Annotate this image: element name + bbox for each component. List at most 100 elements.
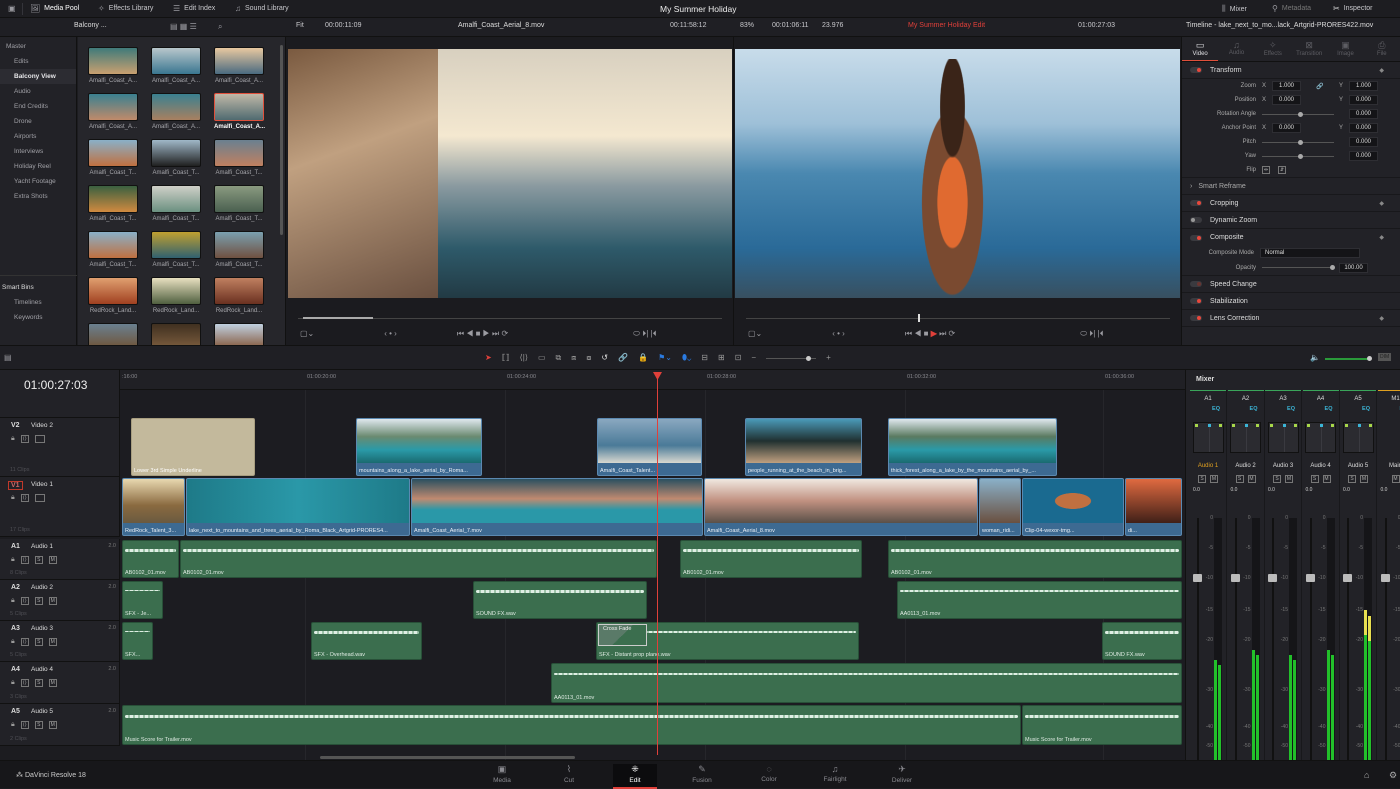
source-transport[interactable]: ▢⌄‹ • ›⏮ ◀ ■ ▶ ⏭ ⟳⬭ ⏵| |⏴ [300, 329, 657, 339]
auto-select-icon[interactable]: ⟨⟩ [21, 556, 29, 564]
media-clip-thumbnail[interactable]: Amalfi_Coast_T... [214, 231, 264, 277]
mute-button[interactable]: M [1210, 475, 1218, 483]
bin-item[interactable]: Yacht Footage [0, 174, 76, 189]
eq-button[interactable]: EQ [1190, 406, 1226, 418]
media-clip-thumbnail[interactable]: Amalfi_Coast_T... [214, 185, 264, 231]
snapping-icon[interactable]: ↺ [601, 353, 608, 363]
anchor-x-field[interactable]: 0.000 [1272, 123, 1301, 133]
track-id[interactable]: V2 [11, 422, 20, 429]
media-clip-thumbnail[interactable]: Amalfi_Coast_T... [88, 139, 138, 185]
media-clip-thumbnail[interactable]: Amalfi_Coast_T... [151, 231, 201, 277]
lock-icon[interactable]: 🔒︎ [11, 597, 15, 605]
audio-clip[interactable]: Music Score for Trailer.mov [122, 705, 1021, 745]
inspector-tab-video[interactable]: ▭Video [1182, 37, 1218, 61]
page-tab-color[interactable]: ◌Color [747, 764, 791, 783]
track-id[interactable]: A5 [11, 708, 20, 715]
cropping-section[interactable]: Cropping◆ [1182, 195, 1400, 212]
yaw-slider[interactable] [1262, 156, 1334, 157]
media-clip-thumbnail[interactable]: Amalfi_Coast_A... [88, 93, 138, 139]
anchor-y-field[interactable]: 0.000 [1349, 123, 1378, 133]
mute-button[interactable]: M [1323, 475, 1331, 483]
flip-horizontal-button[interactable]: ⇹ [1262, 166, 1270, 174]
flip-vertical-button[interactable]: ⇵ [1278, 166, 1286, 174]
lens-correction-toggle[interactable] [1190, 315, 1202, 321]
volume-fader[interactable] [1235, 518, 1237, 763]
eq-button[interactable]: EQ [1340, 406, 1376, 418]
smart-bin-timelines[interactable]: Timelines [0, 295, 77, 310]
volume-icon[interactable]: 🔈 [1310, 353, 1320, 362]
mixer-button[interactable]: ⫼Mixer [1222, 4, 1247, 14]
track-name[interactable]: Audio 1 [31, 543, 53, 550]
lock-icon[interactable]: 🔒︎ [11, 435, 15, 443]
cross-fade-transition[interactable]: Cross Fade [598, 624, 647, 646]
volume-fader[interactable] [1347, 518, 1349, 763]
volume-fader[interactable] [1272, 518, 1274, 763]
mute-button[interactable]: M [49, 721, 57, 729]
lock-icon[interactable]: 🔒 [638, 353, 648, 363]
track-header-a1[interactable]: A1Audio 1🔒︎⟨⟩SM8 Clips2.0 [0, 539, 120, 580]
track-header-a4[interactable]: A4Audio 4🔒︎⟨⟩SM3 Clips2.0 [0, 662, 120, 704]
pitch-field[interactable]: 0.000 [1349, 137, 1378, 147]
media-clip-thumbnail[interactable]: Amalfi_Coast_T... [88, 185, 138, 231]
bin-item[interactable]: End Credits [0, 99, 76, 114]
volume-fader[interactable] [1385, 518, 1387, 763]
home-icon[interactable]: ⌂ [1364, 770, 1369, 780]
position-y-field[interactable]: 0.000 [1349, 95, 1378, 105]
bin-item[interactable]: Balcony View [0, 69, 76, 84]
inspector-tab-image[interactable]: ▣Image [1327, 37, 1363, 61]
sound-library-button[interactable]: ♫Sound Library [235, 4, 289, 13]
zoom-y-field[interactable]: 1.000 [1349, 81, 1378, 91]
transform-section[interactable]: Transform◆ [1182, 62, 1400, 79]
edit-tools[interactable]: ➤⟦⟧⟨|⟩▭ ⧉⧈⧇ ↺🔗🔒 ⚑⌄⬮⌄ ⊟⊞⊡ −+ [485, 353, 831, 363]
stabilization-toggle[interactable] [1190, 298, 1202, 304]
solo-button[interactable]: S [35, 638, 43, 646]
solo-button[interactable]: S [35, 721, 43, 729]
rotation-slider[interactable] [1262, 114, 1334, 115]
timeline-scrubber[interactable] [746, 318, 1170, 319]
page-tab-media[interactable]: ▣Media [480, 764, 524, 784]
lock-icon[interactable]: 🔒︎ [11, 638, 15, 646]
auto-select-icon[interactable]: ⟨⟩ [21, 638, 29, 646]
media-pool-button[interactable]: 🖼Media Pool [30, 4, 79, 13]
playhead[interactable] [657, 372, 658, 755]
disable-track-icon[interactable] [35, 435, 45, 443]
eq-button[interactable]: EQ [1378, 406, 1400, 418]
overwrite-icon[interactable]: ⧈ [571, 353, 576, 363]
composite-mode-dropdown[interactable]: Normal [1260, 248, 1360, 258]
disable-track-icon[interactable] [35, 494, 45, 502]
lock-icon[interactable]: 🔒︎ [11, 494, 15, 502]
page-tab-fusion[interactable]: ✎Fusion [680, 764, 724, 784]
pan-control[interactable] [1230, 422, 1261, 453]
video-clip[interactable]: di... [1125, 478, 1182, 536]
fit-dropdown[interactable]: Fit [296, 22, 304, 29]
track-name[interactable]: Audio 2 [31, 584, 53, 591]
solo-button[interactable]: S [1236, 475, 1244, 483]
track-header-a2[interactable]: A2Audio 2🔒︎⟨⟩SM5 Clips2.0 [0, 580, 120, 621]
track-name[interactable]: Audio 5 [31, 708, 53, 715]
lock-icon[interactable]: 🔒︎ [11, 556, 15, 564]
zoom-in-icon[interactable]: + [826, 353, 831, 363]
dynamic-zoom-section[interactable]: Dynamic Zoom [1182, 212, 1400, 229]
pan-control[interactable] [1268, 422, 1299, 453]
auto-select-icon[interactable]: ⟨⟩ [21, 679, 29, 687]
video-clip[interactable]: Amalfi_Coast_Talent... [597, 418, 702, 476]
lock-icon[interactable]: 🔒︎ [11, 679, 15, 687]
zoom-slider[interactable] [766, 358, 816, 359]
smart-bin-keywords[interactable]: Keywords [0, 310, 77, 325]
bin-item[interactable]: Edits [0, 54, 76, 69]
cropping-toggle[interactable] [1190, 200, 1202, 206]
dim-button[interactable]: DIM [1378, 353, 1391, 361]
opacity-field[interactable]: 100.00 [1339, 263, 1368, 273]
audio-clip[interactable]: AA0113_01.mov [897, 581, 1182, 619]
track-id[interactable]: V1 [8, 481, 23, 490]
auto-select-icon[interactable]: ⟨⟩ [21, 435, 29, 443]
media-clip-thumbnail[interactable]: Amalfi_Coast_T... [214, 139, 264, 185]
mute-button[interactable]: M [1285, 475, 1293, 483]
media-clip-thumbnail[interactable]: Amalfi_Coast_A... [214, 93, 264, 139]
solo-button[interactable]: S [1348, 475, 1356, 483]
source-clip-name[interactable]: Amalfi_Coast_Aerial_8.mov [458, 22, 544, 29]
solo-button[interactable]: S [35, 597, 43, 605]
zoom-custom-icon[interactable]: ⊡ [735, 353, 742, 363]
layout-icon[interactable]: ▤ [4, 353, 12, 362]
speed-change-section[interactable]: Speed Change [1182, 276, 1400, 293]
